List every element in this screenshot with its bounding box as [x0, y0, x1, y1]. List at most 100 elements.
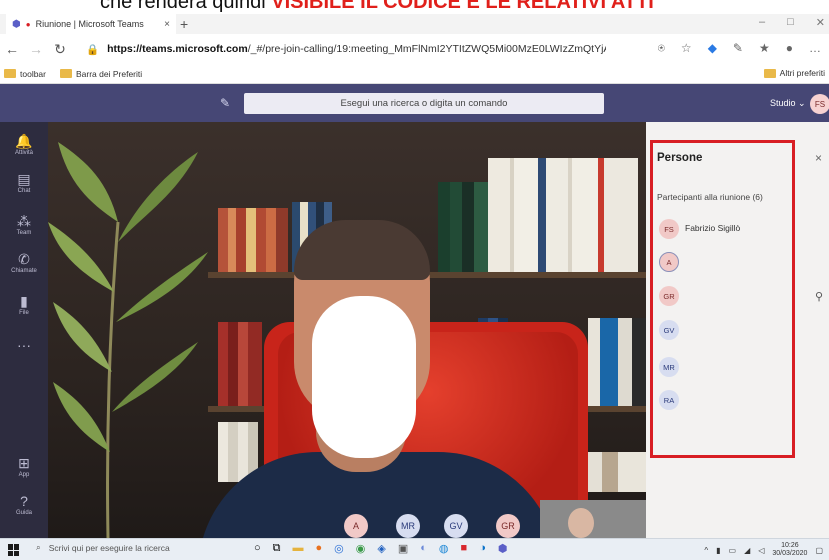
maximize-button[interactable]: □ [787, 16, 794, 29]
favorite-folder-preferiti[interactable]: Barra dei Preferiti [60, 69, 142, 79]
address-bar: ← → ↻ 🔒 https://teams.microsoft.com/_#/p… [0, 34, 829, 64]
phone-icon: ✆ [18, 251, 30, 267]
rail-item-teams[interactable]: ⁂ Team [0, 214, 48, 236]
chrome-icon[interactable]: ◉ [356, 542, 366, 555]
rail-item-more[interactable]: ··· [0, 338, 48, 352]
close-window-button[interactable]: ✕ [816, 16, 825, 29]
book-row [488, 158, 638, 272]
rail-item-calls[interactable]: ✆ Chiamate [0, 252, 48, 274]
rail-item-apps[interactable]: ⊞ App [0, 456, 48, 478]
close-icon[interactable]: × [815, 151, 822, 165]
chevron-up-icon[interactable]: ^ [704, 546, 708, 555]
app-icon[interactable]: ▣ [398, 542, 408, 555]
other-favorites[interactable]: Altri preferiti [763, 68, 825, 78]
clock[interactable]: 10:26 30/03/2020 [772, 542, 807, 558]
app-icon[interactable]: ◐ [420, 542, 427, 555]
self-video-thumbnail[interactable] [540, 500, 646, 538]
more-icon: ··· [17, 337, 31, 353]
address-bar-icons: ⍟ ☆ ◆ ✎ ★ ● … [658, 41, 821, 56]
caption-text: che renderà quindi VISIBILE IL CODICE E … [100, 0, 654, 14]
book-row [438, 182, 488, 272]
people-panel-title: Persone [657, 152, 703, 164]
back-arrow-icon[interactable]: ← [0, 41, 24, 57]
favorites-icon[interactable]: ★ [759, 41, 770, 56]
book-row [588, 318, 646, 406]
folder-icon [60, 69, 72, 78]
book-row [218, 208, 288, 272]
clock-time: 10:26 [781, 542, 799, 549]
notification-icon[interactable]: ▢ [815, 546, 823, 555]
participant-avatar[interactable]: RA [659, 390, 679, 410]
video-stage: A MR GV GR [48, 122, 646, 538]
browser-tab[interactable]: ⬢ ● Riunione | Microsoft Teams × [6, 14, 176, 34]
participant-avatar[interactable]: GV [659, 320, 679, 340]
rail-item-files[interactable]: ▮ File [0, 294, 48, 316]
minimize-button[interactable]: – [759, 16, 765, 29]
url-path: /_#/pre-join-calling/19:meeting_MmFlNmI2… [247, 43, 606, 55]
favorite-star-icon[interactable]: ☆ [681, 41, 692, 56]
thumbnail-person [568, 508, 594, 538]
app-icon[interactable]: ◎ [334, 542, 344, 555]
apps-icon: ⊞ [18, 455, 30, 471]
edge-icon[interactable]: ◍ [439, 542, 449, 555]
firefox-icon[interactable]: ● [316, 542, 323, 555]
app-icon[interactable]: ◑ [479, 542, 486, 555]
taskbar-search-placeholder: Scrivi qui per eseguire la ricerca [48, 542, 170, 553]
new-tab-button[interactable]: + [180, 16, 188, 32]
rail-item-chat[interactable]: ▤ Chat [0, 172, 48, 194]
participant-avatar[interactable]: A [659, 252, 679, 272]
rail-label: File [19, 310, 29, 316]
bell-icon: 🔔 [15, 133, 33, 149]
refresh-icon[interactable]: ↻ [48, 41, 72, 58]
profile-icon[interactable]: ● [786, 41, 793, 56]
lock-icon: 🔒 [86, 43, 100, 56]
other-favorites-label: Altri preferiti [779, 68, 825, 78]
participant-name[interactable]: Fabrizio Sigillò [685, 223, 740, 233]
app-icon[interactable]: ■ [461, 542, 468, 555]
teams-header: ✎ Esegui una ricerca o digita un comando… [0, 84, 829, 122]
participant-avatar[interactable]: MR [659, 357, 679, 377]
task-view-icon[interactable]: ⧉ [273, 542, 281, 555]
org-switcher[interactable]: Studio ⌄ [770, 98, 806, 109]
participants-heading[interactable]: Partecipanti alla riunione (6) [657, 192, 763, 202]
face-blur-mask [312, 296, 416, 458]
app-icon[interactable]: ◈ [377, 542, 385, 555]
participant-avatar[interactable]: GR [659, 286, 679, 306]
search-placeholder: Esegui una ricerca o digita un comando [340, 98, 508, 109]
teams-search-box[interactable]: Esegui una ricerca o digita un comando [244, 93, 604, 114]
mic-icon[interactable]: ⍟ [658, 41, 665, 56]
teams-icon[interactable]: ⬢ [498, 542, 508, 555]
favorite-folder-label: Barra dei Preferiti [76, 68, 143, 79]
forward-arrow-icon[interactable]: → [24, 41, 48, 57]
rail-item-help[interactable]: ? Guida [0, 494, 48, 516]
teams-left-rail: 🔔 Attività ▤ Chat ⁂ Team ✆ Chiamate ▮ File ··… [0, 122, 48, 538]
video-avatar[interactable]: MR [396, 514, 420, 538]
video-avatar[interactable]: GV [444, 514, 468, 538]
tab-close-icon[interactable]: × [164, 19, 170, 30]
unpin-icon[interactable]: ⚲ [815, 290, 823, 303]
url-field[interactable]: 🔒 https://teams.microsoft.com/_#/pre-joi… [86, 43, 606, 56]
volume-icon[interactable]: ◁ [758, 546, 764, 555]
teams-icon: ⁂ [17, 213, 31, 229]
video-avatar[interactable]: GR [496, 514, 520, 538]
taskbar-search[interactable]: ⌕ Scrivi qui per eseguire la ricerca [36, 542, 170, 553]
extension-icon[interactable]: ◆ [708, 41, 717, 56]
compose-icon[interactable]: ✎ [220, 96, 230, 110]
cortana-icon[interactable]: ○ [254, 542, 261, 555]
caption-highlight: VISIBILE IL CODICE E LE RELATIVI ATTI [271, 0, 654, 13]
rail-item-activity[interactable]: 🔔 Attività [0, 134, 48, 156]
battery-icon[interactable]: ▭ [729, 546, 737, 555]
user-avatar[interactable]: FS [810, 94, 829, 114]
rail-label: Guida [15, 510, 32, 516]
pen-icon[interactable]: ✎ [733, 41, 743, 56]
favorite-folder-toolbar[interactable]: toolbar [4, 69, 46, 79]
favorite-folder-label: toolbar [20, 68, 46, 79]
file-explorer-icon[interactable]: ▬ [293, 542, 304, 555]
mic-tray-icon[interactable]: ▮ [716, 546, 720, 555]
windows-start-icon[interactable] [8, 544, 20, 556]
participant-avatar[interactable]: FS [659, 219, 679, 239]
search-icon: ⌕ [36, 542, 41, 552]
wifi-icon[interactable]: ◢ [744, 546, 750, 555]
video-avatar[interactable]: A [344, 514, 368, 538]
more-options-icon[interactable]: … [809, 41, 821, 56]
